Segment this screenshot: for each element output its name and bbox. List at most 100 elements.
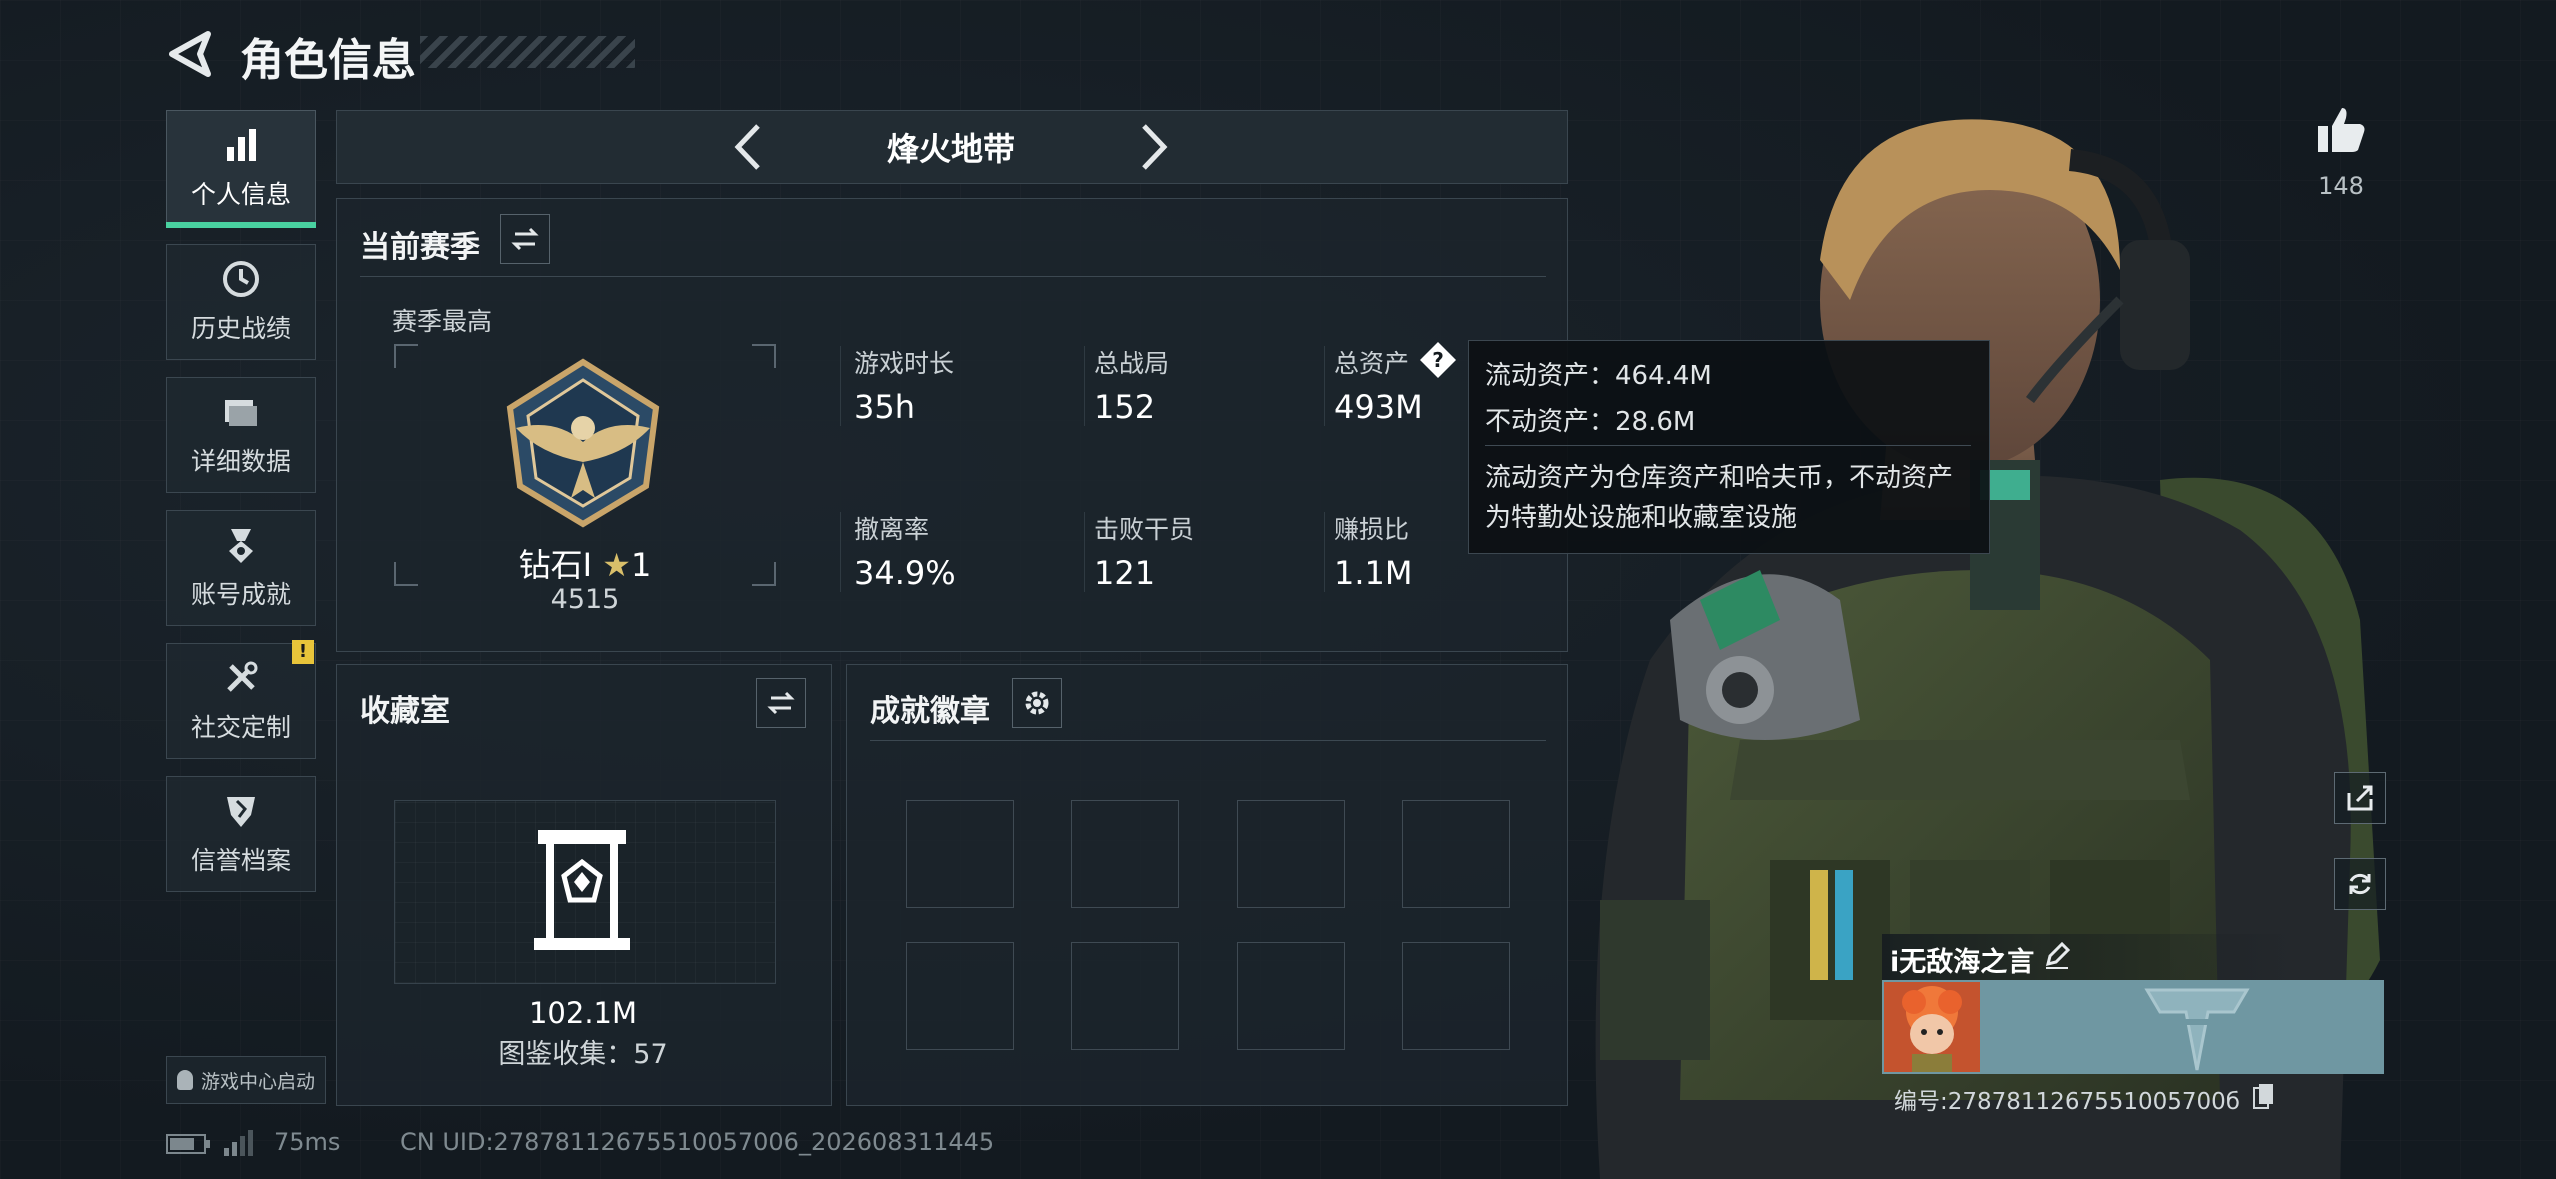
mode-next-button[interactable] <box>1128 118 1178 176</box>
badge-slot[interactable] <box>906 942 1014 1050</box>
sidebar-item-achievements[interactable]: 账号成就 <box>166 510 316 626</box>
banner-emblem-icon <box>2144 988 2250 1071</box>
rank-emblem-icon <box>506 358 660 528</box>
sidebar-item-credit[interactable]: 信誉档案 <box>166 776 316 892</box>
mode-label: 烽火地带 <box>886 130 1015 168</box>
stat-label-kills: 击败干员 <box>1094 515 1195 544</box>
avatar[interactable] <box>1884 982 1980 1072</box>
tooltip-desc-1: 流动资产为仓库资产和哈夫币，不动资产 <box>1485 463 1954 493</box>
stat-value-assets: 493M <box>1334 388 1423 426</box>
stat-divider <box>1084 512 1085 592</box>
active-indicator <box>166 222 316 228</box>
sidebar-item-label: 历史战绩 <box>190 314 291 343</box>
stat-value-profit-ratio: 1.1M <box>1334 554 1413 592</box>
battery-icon <box>166 1134 210 1154</box>
swap-icon <box>511 227 539 251</box>
edit-name-button[interactable] <box>2042 940 2072 970</box>
season-best-label: 赛季最高 <box>392 307 493 336</box>
stat-value-extract-rate: 34.9% <box>854 554 956 592</box>
assets-tooltip: 流动资产：464.4M 不动资产：28.6M 流动资产为仓库资产和哈夫币，不动资… <box>1468 340 1990 554</box>
chevron-right-icon <box>1142 124 1168 170</box>
frame-corner <box>752 344 776 368</box>
collection-count: 图鉴收集：57 <box>498 1039 668 1070</box>
stat-label-playtime: 游戏时长 <box>854 349 955 378</box>
shield-icon <box>227 797 255 827</box>
chevron-left-icon <box>734 124 760 170</box>
divider <box>360 276 1546 277</box>
frame-corner <box>394 562 418 586</box>
folder-icon <box>225 400 257 426</box>
alert-badge: ! <box>292 640 314 664</box>
tools-icon <box>227 661 258 692</box>
stat-label-extract-rate: 撤离率 <box>854 515 930 544</box>
pencil-icon <box>2045 941 2071 969</box>
back-button[interactable] <box>164 26 214 82</box>
launcher-button[interactable]: 游戏中心启动 <box>166 1056 326 1104</box>
sidebar-item-label: 详细数据 <box>190 447 291 476</box>
badge-slot[interactable] <box>1237 942 1345 1050</box>
tooltip-fixed: 不动资产：28.6M <box>1485 407 1696 437</box>
stat-divider <box>1324 346 1325 426</box>
copy-id-button[interactable] <box>2252 1082 2276 1110</box>
player-name: i无敌海之言 <box>1890 947 2035 978</box>
refresh-icon <box>2349 873 2371 895</box>
frame-corner <box>752 562 776 586</box>
sidebar-item-details[interactable]: 详细数据 <box>166 377 316 493</box>
medal-icon <box>229 529 253 563</box>
svg-text:?: ? <box>1432 348 1444 372</box>
sidebar-item-label: 信誉档案 <box>190 846 291 875</box>
stat-value-matches: 152 <box>1094 388 1156 426</box>
badges-title: 成就徽章 <box>870 694 990 729</box>
badges-settings-button[interactable] <box>1012 678 1062 728</box>
badge-slot[interactable] <box>1237 800 1345 908</box>
rank-name: 钻石I ★1 <box>480 540 690 586</box>
back-arrow-icon <box>169 31 211 77</box>
refresh-button[interactable] <box>2334 858 2386 910</box>
collection-title: 收藏室 <box>360 694 450 729</box>
badge-slot[interactable] <box>906 800 1014 908</box>
frame-corner <box>394 344 418 368</box>
sidebar-item-label: 社交定制 <box>190 713 291 742</box>
sidebar-item-personal-info[interactable]: 个人信息 <box>166 110 316 226</box>
rank-score: 4515 <box>550 584 620 615</box>
rank-stars: 1 <box>630 546 652 584</box>
star-icon: ★ <box>602 546 631 584</box>
bar-chart-icon <box>227 129 256 161</box>
clock-icon <box>223 261 259 297</box>
like-button[interactable] <box>2314 104 2368 158</box>
mode-prev-button[interactable] <box>724 118 774 176</box>
help-icon[interactable]: ? <box>1418 340 1458 380</box>
uid-label: CN UID:27878112675510057006_202608311445 <box>400 1128 995 1156</box>
badge-slot[interactable] <box>1071 942 1179 1050</box>
sidebar-item-label: 账号成就 <box>190 580 291 609</box>
ping-value: 75ms <box>274 1128 341 1156</box>
sidebar-item-label: 个人信息 <box>190 180 291 209</box>
share-button[interactable] <box>2334 772 2386 824</box>
stat-value-playtime: 35h <box>854 388 915 426</box>
vault-icon <box>534 830 630 950</box>
season-title: 当前赛季 <box>360 230 480 265</box>
badge-slot[interactable] <box>1402 942 1510 1050</box>
page-title: 角色信息 <box>240 35 416 86</box>
launcher-label: 游戏中心启动 <box>200 1070 315 1093</box>
thumbs-up-icon <box>2318 108 2365 152</box>
stat-divider <box>840 512 841 592</box>
collection-value: 102.1M <box>528 996 638 1030</box>
stat-divider <box>1324 512 1325 592</box>
divider <box>870 740 1546 741</box>
launcher-icon <box>176 1070 193 1090</box>
stat-value-kills: 121 <box>1094 554 1156 592</box>
tooltip-liquid: 流动资产：464.4M <box>1485 361 1712 391</box>
season-switch-button[interactable] <box>500 214 550 264</box>
rank-name-text: 钻石I <box>518 546 593 584</box>
badge-slot[interactable] <box>1071 800 1179 908</box>
swap-icon <box>767 691 795 715</box>
tooltip-divider <box>1485 445 1971 446</box>
stat-label-profit-ratio: 赚损比 <box>1334 515 1410 544</box>
copy-icon <box>2253 1084 2273 1109</box>
share-icon <box>2347 785 2373 811</box>
badge-slot[interactable] <box>1402 800 1510 908</box>
sidebar-item-history[interactable]: 历史战绩 <box>166 244 316 360</box>
gear-icon <box>1025 691 1049 715</box>
collection-switch-button[interactable] <box>756 678 806 728</box>
